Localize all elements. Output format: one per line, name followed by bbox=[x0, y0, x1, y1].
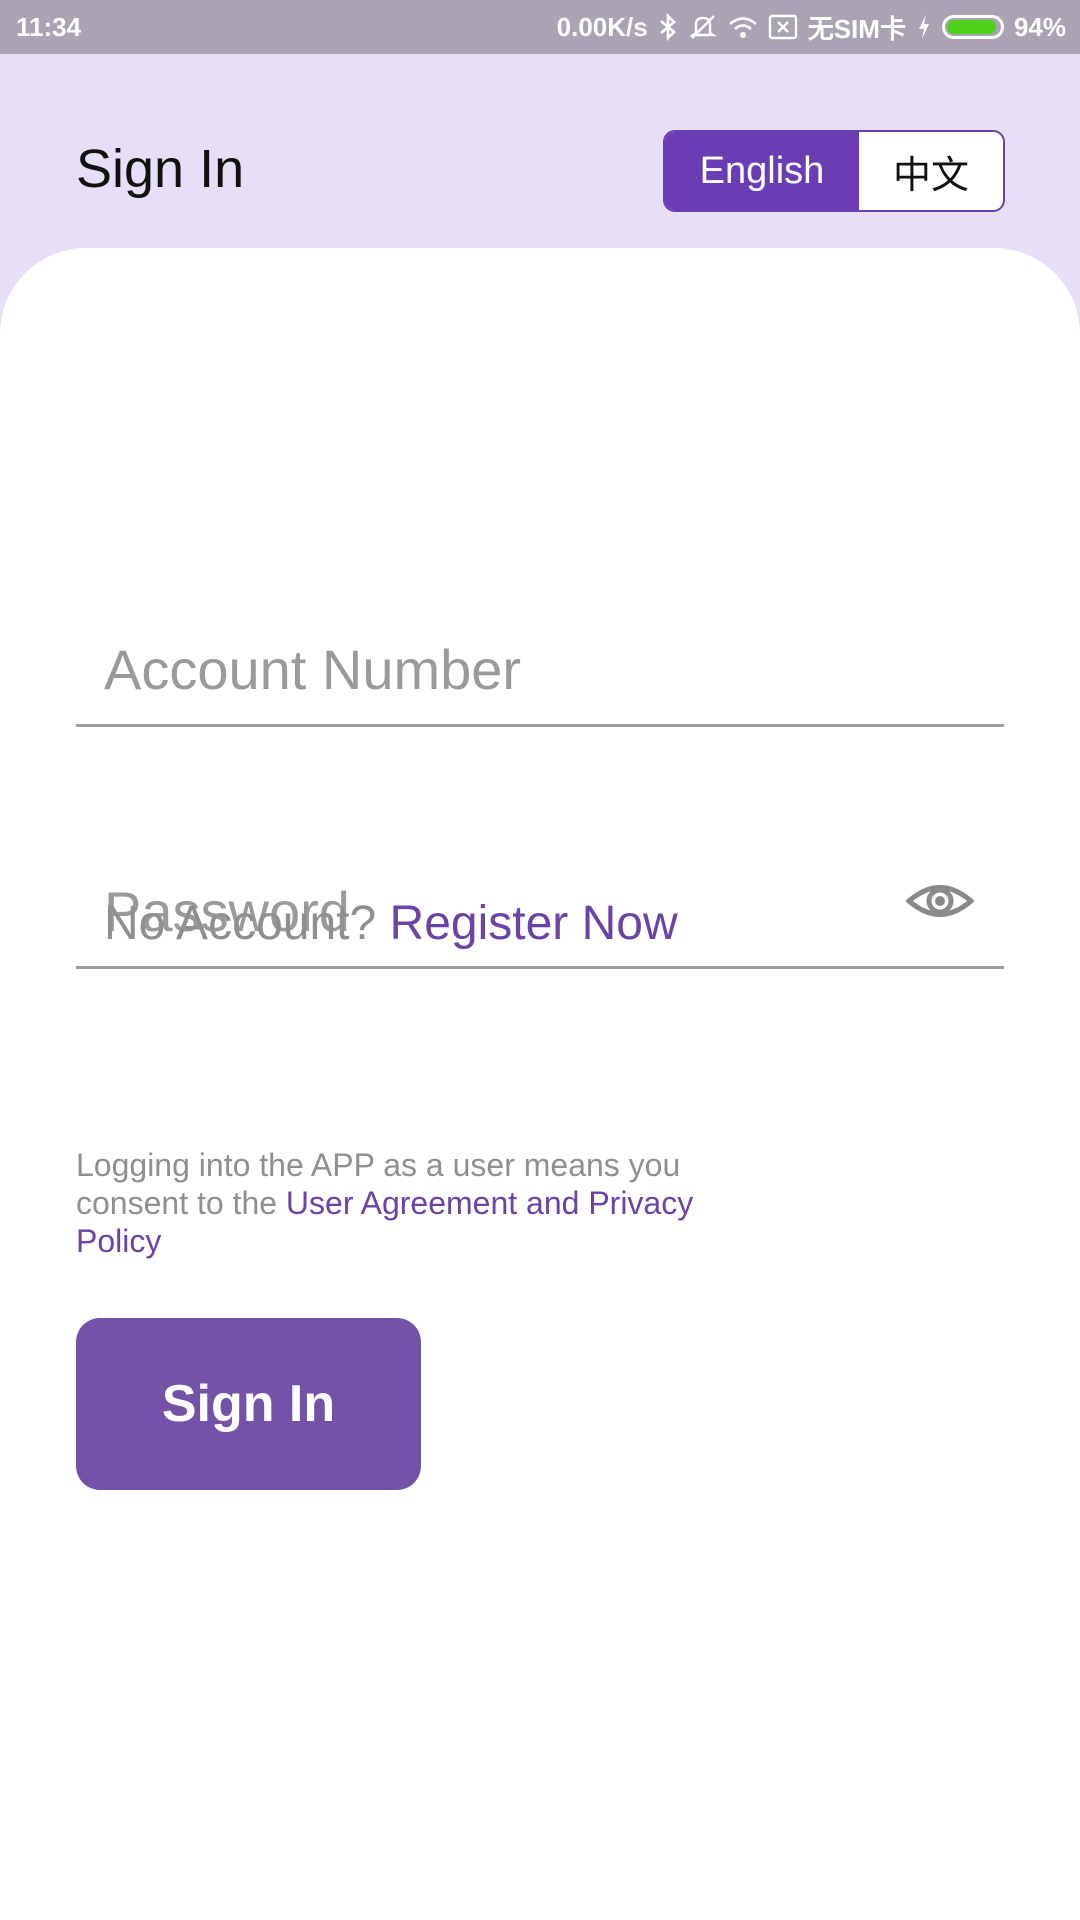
charging-icon bbox=[916, 13, 932, 41]
account-number-input[interactable] bbox=[104, 637, 904, 702]
battery-level-fill bbox=[946, 20, 996, 34]
bluetooth-icon bbox=[658, 13, 678, 41]
wifi-icon bbox=[728, 15, 758, 39]
network-speed: 0.00K/s bbox=[556, 11, 648, 42]
sim-blocked-icon bbox=[768, 14, 798, 40]
language-toggle: English 中文 bbox=[663, 130, 1005, 212]
status-time: 11:34 bbox=[16, 12, 82, 42]
battery-icon bbox=[941, 15, 1004, 39]
sign-in-button[interactable]: Sign In bbox=[76, 1318, 421, 1490]
status-bar: 11:34 0.00K/s 无SIM卡 94% bbox=[0, 0, 1080, 54]
account-number-field bbox=[76, 604, 1004, 727]
sim-status: 无SIM卡 bbox=[807, 13, 906, 44]
eye-icon[interactable] bbox=[905, 880, 975, 922]
language-option-chinese[interactable]: 中文 bbox=[859, 132, 1003, 210]
battery-percent: 94% bbox=[1013, 11, 1066, 42]
register-row: No Account? Register Now bbox=[104, 896, 678, 951]
language-option-english[interactable]: English bbox=[665, 132, 859, 210]
register-now-link[interactable]: Register Now bbox=[390, 897, 678, 950]
status-icons: 0.00K/s 无SIM卡 94% bbox=[557, 10, 1066, 44]
mute-icon bbox=[688, 13, 718, 41]
header: Sign In English 中文 bbox=[0, 54, 1080, 264]
agreement-notice: Logging into the APP as a user means you… bbox=[76, 1146, 736, 1260]
page-title: Sign In bbox=[76, 139, 245, 199]
no-account-label: No Account? bbox=[104, 897, 377, 950]
sign-in-card: No Account? Register Now Logging into th… bbox=[0, 248, 1080, 1920]
